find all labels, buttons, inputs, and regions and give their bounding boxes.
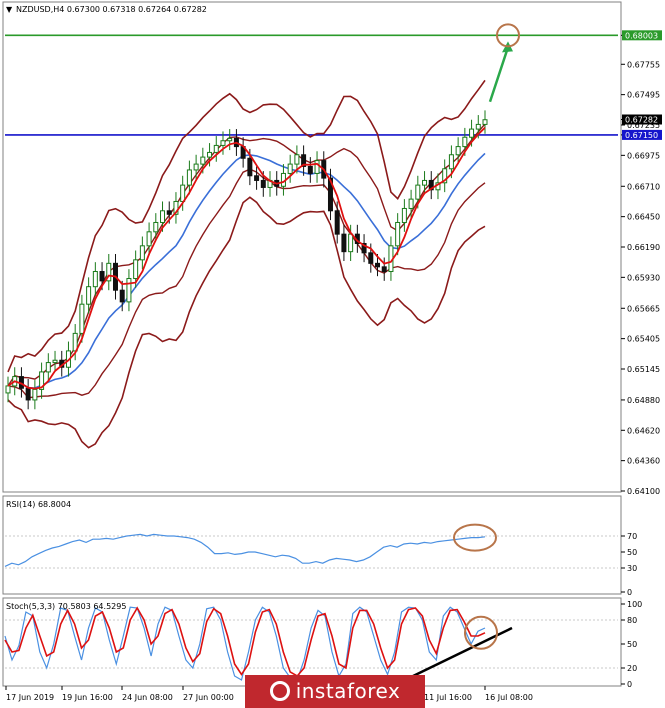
candle-body xyxy=(180,184,186,202)
rsi-panel: 70 50 30 0 xyxy=(4,523,637,597)
price-tick-label: 0.64360 xyxy=(627,457,660,466)
candle-body xyxy=(160,210,166,223)
candle-body xyxy=(462,136,468,148)
chart-canvas: 7050300 1008050200 0.677550.674950.67235… xyxy=(2,1,662,702)
candle-body xyxy=(166,210,172,215)
price-tick-label: 0.67495 xyxy=(627,91,660,100)
time-tick-label: 24 Jun 08:00 xyxy=(122,693,173,702)
current-price-tag-label: 0.67282 xyxy=(625,116,658,125)
candle-body xyxy=(126,278,132,303)
candle-body xyxy=(448,154,454,170)
candle-body xyxy=(422,179,428,186)
candle-body xyxy=(25,387,31,401)
candle-body xyxy=(146,231,152,247)
rsi-line xyxy=(4,533,486,567)
candle-body xyxy=(381,266,387,273)
instaforex-logo: instaforex xyxy=(245,675,425,708)
green-level-tag-label: 0.68003 xyxy=(625,31,658,40)
candle-body xyxy=(92,271,98,288)
rsi-tick-label: 50 xyxy=(627,548,637,557)
price-tick-label: 0.66975 xyxy=(627,151,660,160)
candle-body xyxy=(32,388,38,401)
rsi-panel-title: RSI(14) 68.8004 xyxy=(6,500,71,509)
candle-body xyxy=(5,385,11,394)
candle-body xyxy=(45,362,51,373)
candle-body xyxy=(341,233,347,253)
stoch-panel-title: Stoch(5,3,3) 70.5803 64.5295 xyxy=(6,602,126,611)
price-tick-label: 0.66190 xyxy=(627,243,660,252)
rsi-tick-label: 70 xyxy=(627,532,637,541)
rsi-tick-label: 0 xyxy=(627,588,632,597)
candle-body xyxy=(86,286,92,305)
candle-body xyxy=(99,271,105,282)
price-panel xyxy=(5,23,618,449)
price-tick-label: 0.65665 xyxy=(627,304,660,313)
candle-body xyxy=(368,252,374,264)
price-panel-frame xyxy=(2,1,622,493)
time-tick-label: 19 Jun 16:00 xyxy=(62,693,113,702)
candle-body xyxy=(375,262,381,268)
candle-body xyxy=(186,169,192,186)
stoch-tick-label: 20 xyxy=(627,664,637,673)
candle-body xyxy=(307,165,313,174)
candle-body xyxy=(133,259,139,280)
price-tick-label: 0.66710 xyxy=(627,182,660,191)
candle-body xyxy=(475,123,481,130)
candle-body xyxy=(482,119,488,125)
candle-body xyxy=(469,128,475,138)
candle-body xyxy=(119,289,125,303)
candle-body xyxy=(79,303,85,334)
time-tick-label: 17 Jun 2019 xyxy=(6,693,54,702)
blue-level-tag-label: 0.67150 xyxy=(625,131,658,140)
price-tick-label: 0.67755 xyxy=(627,60,660,69)
candle-body xyxy=(139,245,145,261)
ma-blue xyxy=(7,152,486,389)
stoch-panel-frame xyxy=(2,597,622,687)
logo-ring-icon xyxy=(269,680,290,701)
stoch-tick-label: 0 xyxy=(627,680,632,689)
candle-body xyxy=(294,154,300,165)
candle-body xyxy=(314,160,320,174)
candle-body xyxy=(348,233,354,253)
chart-title-icon: ▼ xyxy=(6,5,13,14)
stoch-tick-label: 50 xyxy=(627,640,637,649)
rsi-panel-frame xyxy=(2,495,622,595)
price-panel-title: NZDUSD,H4 0.67300 0.67318 0.67264 0.6728… xyxy=(16,5,207,14)
stoch-tick-label: 80 xyxy=(627,616,637,625)
candle-body xyxy=(260,179,266,188)
time-tick-label: 11 Jul 16:00 xyxy=(424,693,472,702)
candle-body xyxy=(52,359,58,364)
price-tick-label: 0.64620 xyxy=(627,426,660,435)
candle-body xyxy=(334,210,340,235)
price-axis: 0.677550.674950.672350.669750.667100.664… xyxy=(621,30,662,496)
candle-body xyxy=(207,151,213,158)
price-tick-label: 0.65930 xyxy=(627,273,660,282)
candle-body xyxy=(227,137,233,142)
candle-body xyxy=(247,157,253,177)
candle-body xyxy=(220,140,226,146)
candle-body xyxy=(408,198,414,209)
candle-body xyxy=(287,163,293,174)
price-tick-label: 0.65405 xyxy=(627,335,660,344)
price-tick-label: 0.64100 xyxy=(627,487,660,496)
candle-body xyxy=(213,144,219,153)
time-tick-label: 16 Jul 08:00 xyxy=(485,693,533,702)
candle-body xyxy=(415,184,421,200)
candle-body xyxy=(254,175,260,181)
ma-red xyxy=(7,126,486,390)
price-tick-label: 0.65145 xyxy=(627,365,660,374)
price-tick-label: 0.64880 xyxy=(627,396,660,405)
logo-text: instaforex xyxy=(295,679,401,703)
candle-body xyxy=(401,207,407,223)
candle-body xyxy=(395,221,401,247)
candle-body xyxy=(193,163,199,171)
price-tick-label: 0.66450 xyxy=(627,213,660,222)
forecast-arrow xyxy=(488,46,510,103)
candle-body xyxy=(200,156,206,165)
candle-body xyxy=(455,146,461,156)
rsi-tick-label: 30 xyxy=(627,564,637,573)
time-tick-label: 27 Jun 00:00 xyxy=(183,693,234,702)
candle-body xyxy=(153,221,159,233)
stoch-tick-label: 100 xyxy=(627,600,642,609)
